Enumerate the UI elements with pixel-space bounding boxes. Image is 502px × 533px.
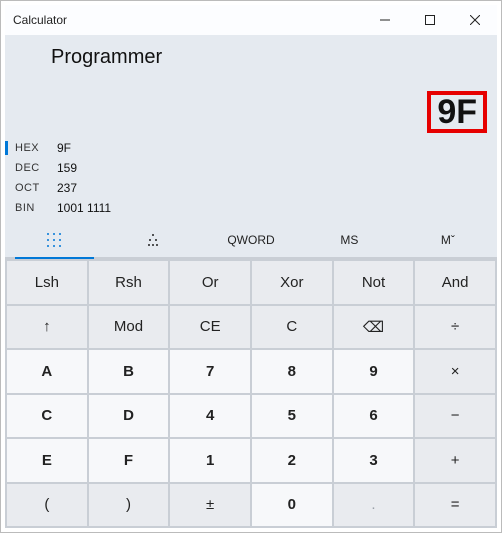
base-bin-value: 1001 1111 [57, 201, 111, 215]
key-d[interactable]: D [89, 395, 169, 438]
window-title: Calculator [5, 13, 362, 27]
keypad: Lsh Rsh Or Xor Not And ↑ Mod CE C ⌫ ÷ A … [5, 259, 497, 528]
base-dec[interactable]: DEC 159 [15, 159, 487, 177]
key-8[interactable]: 8 [252, 350, 332, 393]
key-e[interactable]: E [7, 439, 87, 482]
key-7[interactable]: 7 [170, 350, 250, 393]
key-1[interactable]: 1 [170, 439, 250, 482]
base-oct[interactable]: OCT 237 [15, 179, 487, 197]
grid-icon [46, 232, 62, 248]
key-4[interactable]: 4 [170, 395, 250, 438]
key-6[interactable]: 6 [334, 395, 414, 438]
tool-ms[interactable]: MS [300, 223, 398, 257]
mode-label: Programmer [51, 46, 162, 69]
key-f[interactable]: F [89, 439, 169, 482]
base-hex-label: HEX [15, 142, 57, 154]
key-add[interactable]: + [415, 439, 495, 482]
menu-button[interactable] [11, 37, 51, 77]
result-row: 9F [5, 79, 497, 137]
calculator-window: Calculator Programmer 9F HEX 9F DEC 159 [0, 0, 502, 533]
header: Programmer [5, 35, 497, 79]
key-divide[interactable]: ÷ [415, 306, 495, 349]
key-or[interactable]: Or [170, 261, 250, 304]
key-0[interactable]: 0 [252, 484, 332, 527]
key-rparen[interactable]: ) [89, 484, 169, 527]
key-equals[interactable]: = [415, 484, 495, 527]
key-plusminus[interactable]: ± [170, 484, 250, 527]
key-5[interactable]: 5 [252, 395, 332, 438]
dots-icon [145, 232, 161, 248]
base-hex[interactable]: HEX 9F [15, 139, 487, 157]
key-not[interactable]: Not [334, 261, 414, 304]
maximize-button[interactable] [407, 5, 452, 35]
key-and[interactable]: And [415, 261, 495, 304]
base-list: HEX 9F DEC 159 OCT 237 BIN 1001 1111 [5, 137, 497, 223]
minimize-button[interactable] [362, 5, 407, 35]
tool-bits[interactable] [103, 223, 201, 257]
key-3[interactable]: 3 [334, 439, 414, 482]
key-rsh[interactable]: Rsh [89, 261, 169, 304]
base-dec-value: 159 [57, 161, 77, 175]
key-backspace[interactable]: ⌫ [334, 306, 414, 349]
base-oct-value: 237 [57, 181, 77, 195]
key-lsh[interactable]: Lsh [7, 261, 87, 304]
base-hex-value: 9F [57, 141, 71, 155]
key-multiply[interactable]: × [415, 350, 495, 393]
key-9[interactable]: 9 [334, 350, 414, 393]
key-ce[interactable]: CE [170, 306, 250, 349]
titlebar: Calculator [5, 5, 497, 35]
key-a[interactable]: A [7, 350, 87, 393]
tool-word-size[interactable]: QWORD [202, 223, 300, 257]
key-mod[interactable]: Mod [89, 306, 169, 349]
close-button[interactable] [452, 5, 497, 35]
key-xor[interactable]: Xor [252, 261, 332, 304]
key-c-hex[interactable]: C [7, 395, 87, 438]
result-highlight: 9F [427, 91, 487, 133]
base-bin-label: BIN [15, 202, 57, 214]
base-dec-label: DEC [15, 162, 57, 174]
tool-bitpad[interactable] [5, 223, 103, 257]
base-oct-label: OCT [15, 182, 57, 194]
key-c[interactable]: C [252, 306, 332, 349]
key-up[interactable]: ↑ [7, 306, 87, 349]
hamburger-icon [22, 50, 40, 64]
key-subtract[interactable]: − [415, 395, 495, 438]
key-lparen[interactable]: ( [7, 484, 87, 527]
key-2[interactable]: 2 [252, 439, 332, 482]
tool-memory-list[interactable]: Mˇ [399, 223, 497, 257]
key-decimal[interactable]: . [334, 484, 414, 527]
base-bin[interactable]: BIN 1001 1111 [15, 199, 487, 217]
result-value: 9F [437, 95, 477, 129]
toolbar: QWORD MS Mˇ [5, 223, 497, 259]
key-b[interactable]: B [89, 350, 169, 393]
